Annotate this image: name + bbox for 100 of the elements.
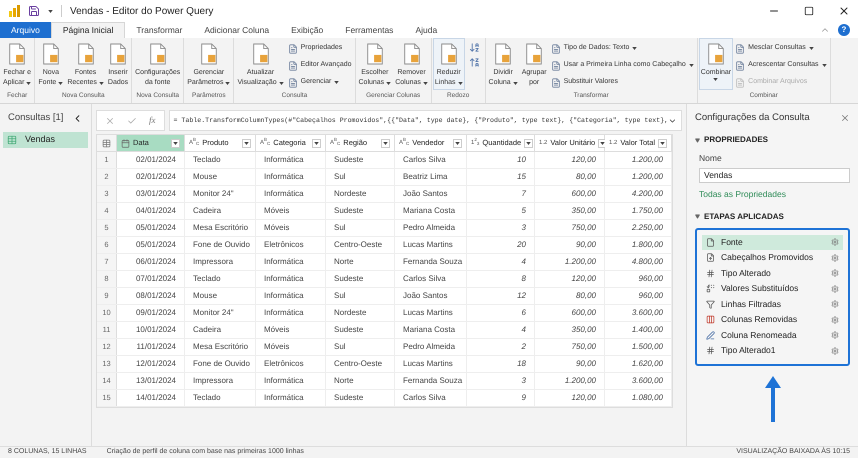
- document-icon: [735, 78, 746, 88]
- ribbon-tab[interactable]: Ferramentas: [334, 22, 404, 38]
- filter-dropdown[interactable]: [312, 138, 321, 148]
- table-cell: Informática: [264, 256, 304, 268]
- sort-ascending-icon[interactable]: [468, 42, 480, 53]
- calendar-icon: [121, 138, 130, 148]
- section-heading: ETAPAS APLICADAS: [704, 210, 784, 222]
- table-cell: 3.600,00: [632, 375, 663, 387]
- ribbon-tab[interactable]: Exibição: [280, 22, 334, 38]
- table-cell: 05/01/2024: [136, 222, 176, 234]
- document-icon: [288, 44, 298, 54]
- name-field[interactable]: Vendas: [699, 168, 850, 183]
- applied-step[interactable]: Linhas Filtradas: [702, 296, 843, 312]
- table-cell: Cadeira: [193, 324, 222, 336]
- table-cell: Carlos Silva: [403, 392, 446, 404]
- sort-descending-icon[interactable]: [468, 57, 480, 68]
- filter-dropdown[interactable]: [242, 138, 251, 148]
- table-cell: 350,00: [572, 205, 596, 217]
- settings-icon[interactable]: [831, 346, 839, 355]
- table-cell: 1.200,00: [632, 154, 663, 166]
- settings-icon[interactable]: [831, 254, 839, 262]
- table-cell: 7: [522, 188, 526, 200]
- table-cell: 1.800,00: [632, 239, 663, 251]
- table-cell: 960,00: [638, 273, 663, 285]
- table-cell: Eletrônicos: [264, 239, 304, 251]
- query-item[interactable]: Vendas: [3, 132, 88, 148]
- close-icon[interactable]: [838, 5, 850, 17]
- table-cell: 750,00: [572, 341, 596, 353]
- table-cell: 10: [517, 154, 526, 166]
- table-cell: 07/01/2024: [136, 273, 176, 285]
- table-cell: Sul: [334, 222, 346, 234]
- collapse-triangle-icon[interactable]: [695, 214, 700, 219]
- ribbon-tab[interactable]: Ajuda: [404, 22, 448, 38]
- filter-icon: [706, 300, 715, 309]
- table-cell: 15: [517, 171, 526, 183]
- table-cell: 4.200,00: [632, 188, 663, 200]
- check-icon[interactable]: [127, 116, 137, 126]
- table-cell: 6: [522, 307, 526, 319]
- filter-dropdown[interactable]: [453, 138, 462, 148]
- table-cell: 04/01/2024: [136, 205, 176, 217]
- filter-dropdown[interactable]: [381, 138, 390, 148]
- help-button[interactable]: ?: [838, 24, 850, 36]
- all-properties-link[interactable]: Todas as Propriedades: [699, 188, 850, 200]
- applied-step[interactable]: Coluna Renomeada: [702, 328, 843, 343]
- table-cell: 750,00: [572, 222, 596, 234]
- table-cell: Carlos Silva: [403, 273, 446, 285]
- table-cell: Móveis: [264, 205, 290, 217]
- caret-icon: [600, 142, 606, 144]
- applied-step[interactable]: Colunas Removidas: [702, 312, 843, 328]
- table-cell: 2: [522, 341, 526, 353]
- settings-icon[interactable]: [831, 238, 839, 246]
- table-cell: 3: [522, 375, 526, 387]
- filter-dropdown[interactable]: [524, 138, 534, 148]
- table-cell: Lucas Martins: [403, 307, 453, 319]
- table-cell: Lucas Martins: [403, 239, 453, 251]
- ribbon-tab[interactable]: Arquivo: [0, 22, 51, 38]
- pane-title: Configurações da Consulta: [695, 110, 810, 125]
- table-cell: 120,00: [572, 154, 596, 166]
- collapse-triangle-icon[interactable]: [695, 138, 700, 142]
- table-cell: 06/01/2024: [136, 256, 176, 268]
- ribbon-tab[interactable]: Transformar: [125, 22, 194, 38]
- table-cell: 90,00: [576, 239, 596, 251]
- table-cell: Centro-Oeste: [334, 358, 382, 370]
- table-cell: Mesa Escritório: [193, 222, 248, 234]
- applied-step[interactable]: Fonte: [702, 234, 843, 250]
- table-cell: Mouse: [193, 290, 218, 302]
- table-cell: Informática: [264, 307, 304, 319]
- save-icon[interactable]: [28, 5, 40, 17]
- table-cell: Informática: [264, 290, 304, 302]
- table-cell: Teclado: [193, 154, 221, 166]
- applied-step[interactable]: Cabeçalhos Promovidos: [702, 250, 843, 266]
- settings-icon[interactable]: [831, 331, 839, 340]
- settings-icon[interactable]: [831, 300, 839, 308]
- table-menu-icon[interactable]: [102, 138, 111, 148]
- ribbon-tab[interactable]: Adicionar Coluna: [193, 22, 280, 38]
- field-label: Nome: [699, 152, 723, 165]
- applied-step[interactable]: Tipo Alterado: [702, 266, 843, 281]
- table-cell: Fone de Ouvido: [193, 358, 250, 370]
- table-cell: Informática: [264, 392, 304, 404]
- table-cell: 14/01/2024: [136, 392, 176, 404]
- applied-step[interactable]: Tipo Alterado1: [702, 343, 843, 358]
- fx-button[interactable]: fx: [149, 114, 156, 128]
- table-cell: Centro-Oeste: [334, 239, 382, 251]
- table-cell: 02/01/2024: [136, 171, 176, 183]
- settings-icon[interactable]: [831, 269, 839, 278]
- document-icon: [288, 78, 298, 88]
- filter-dropdown[interactable]: [171, 138, 180, 148]
- table-cell: 3: [522, 222, 526, 234]
- table-cell: Mariana Costa: [403, 205, 456, 217]
- maximize-icon[interactable]: [804, 6, 814, 16]
- table-cell: 120,00: [572, 273, 596, 285]
- ribbon-tab[interactable]: Página Inicial: [50, 22, 126, 38]
- filter-dropdown[interactable]: [658, 138, 668, 148]
- applied-step[interactable]: Valores Substituídos: [702, 281, 843, 296]
- table-cell: Informática: [264, 188, 304, 200]
- caret-icon: [244, 142, 249, 144]
- chart-logo-icon: [8, 5, 20, 17]
- settings-icon[interactable]: [831, 316, 839, 324]
- table-cell: 05/01/2024: [136, 239, 176, 251]
- settings-icon[interactable]: [831, 284, 839, 293]
